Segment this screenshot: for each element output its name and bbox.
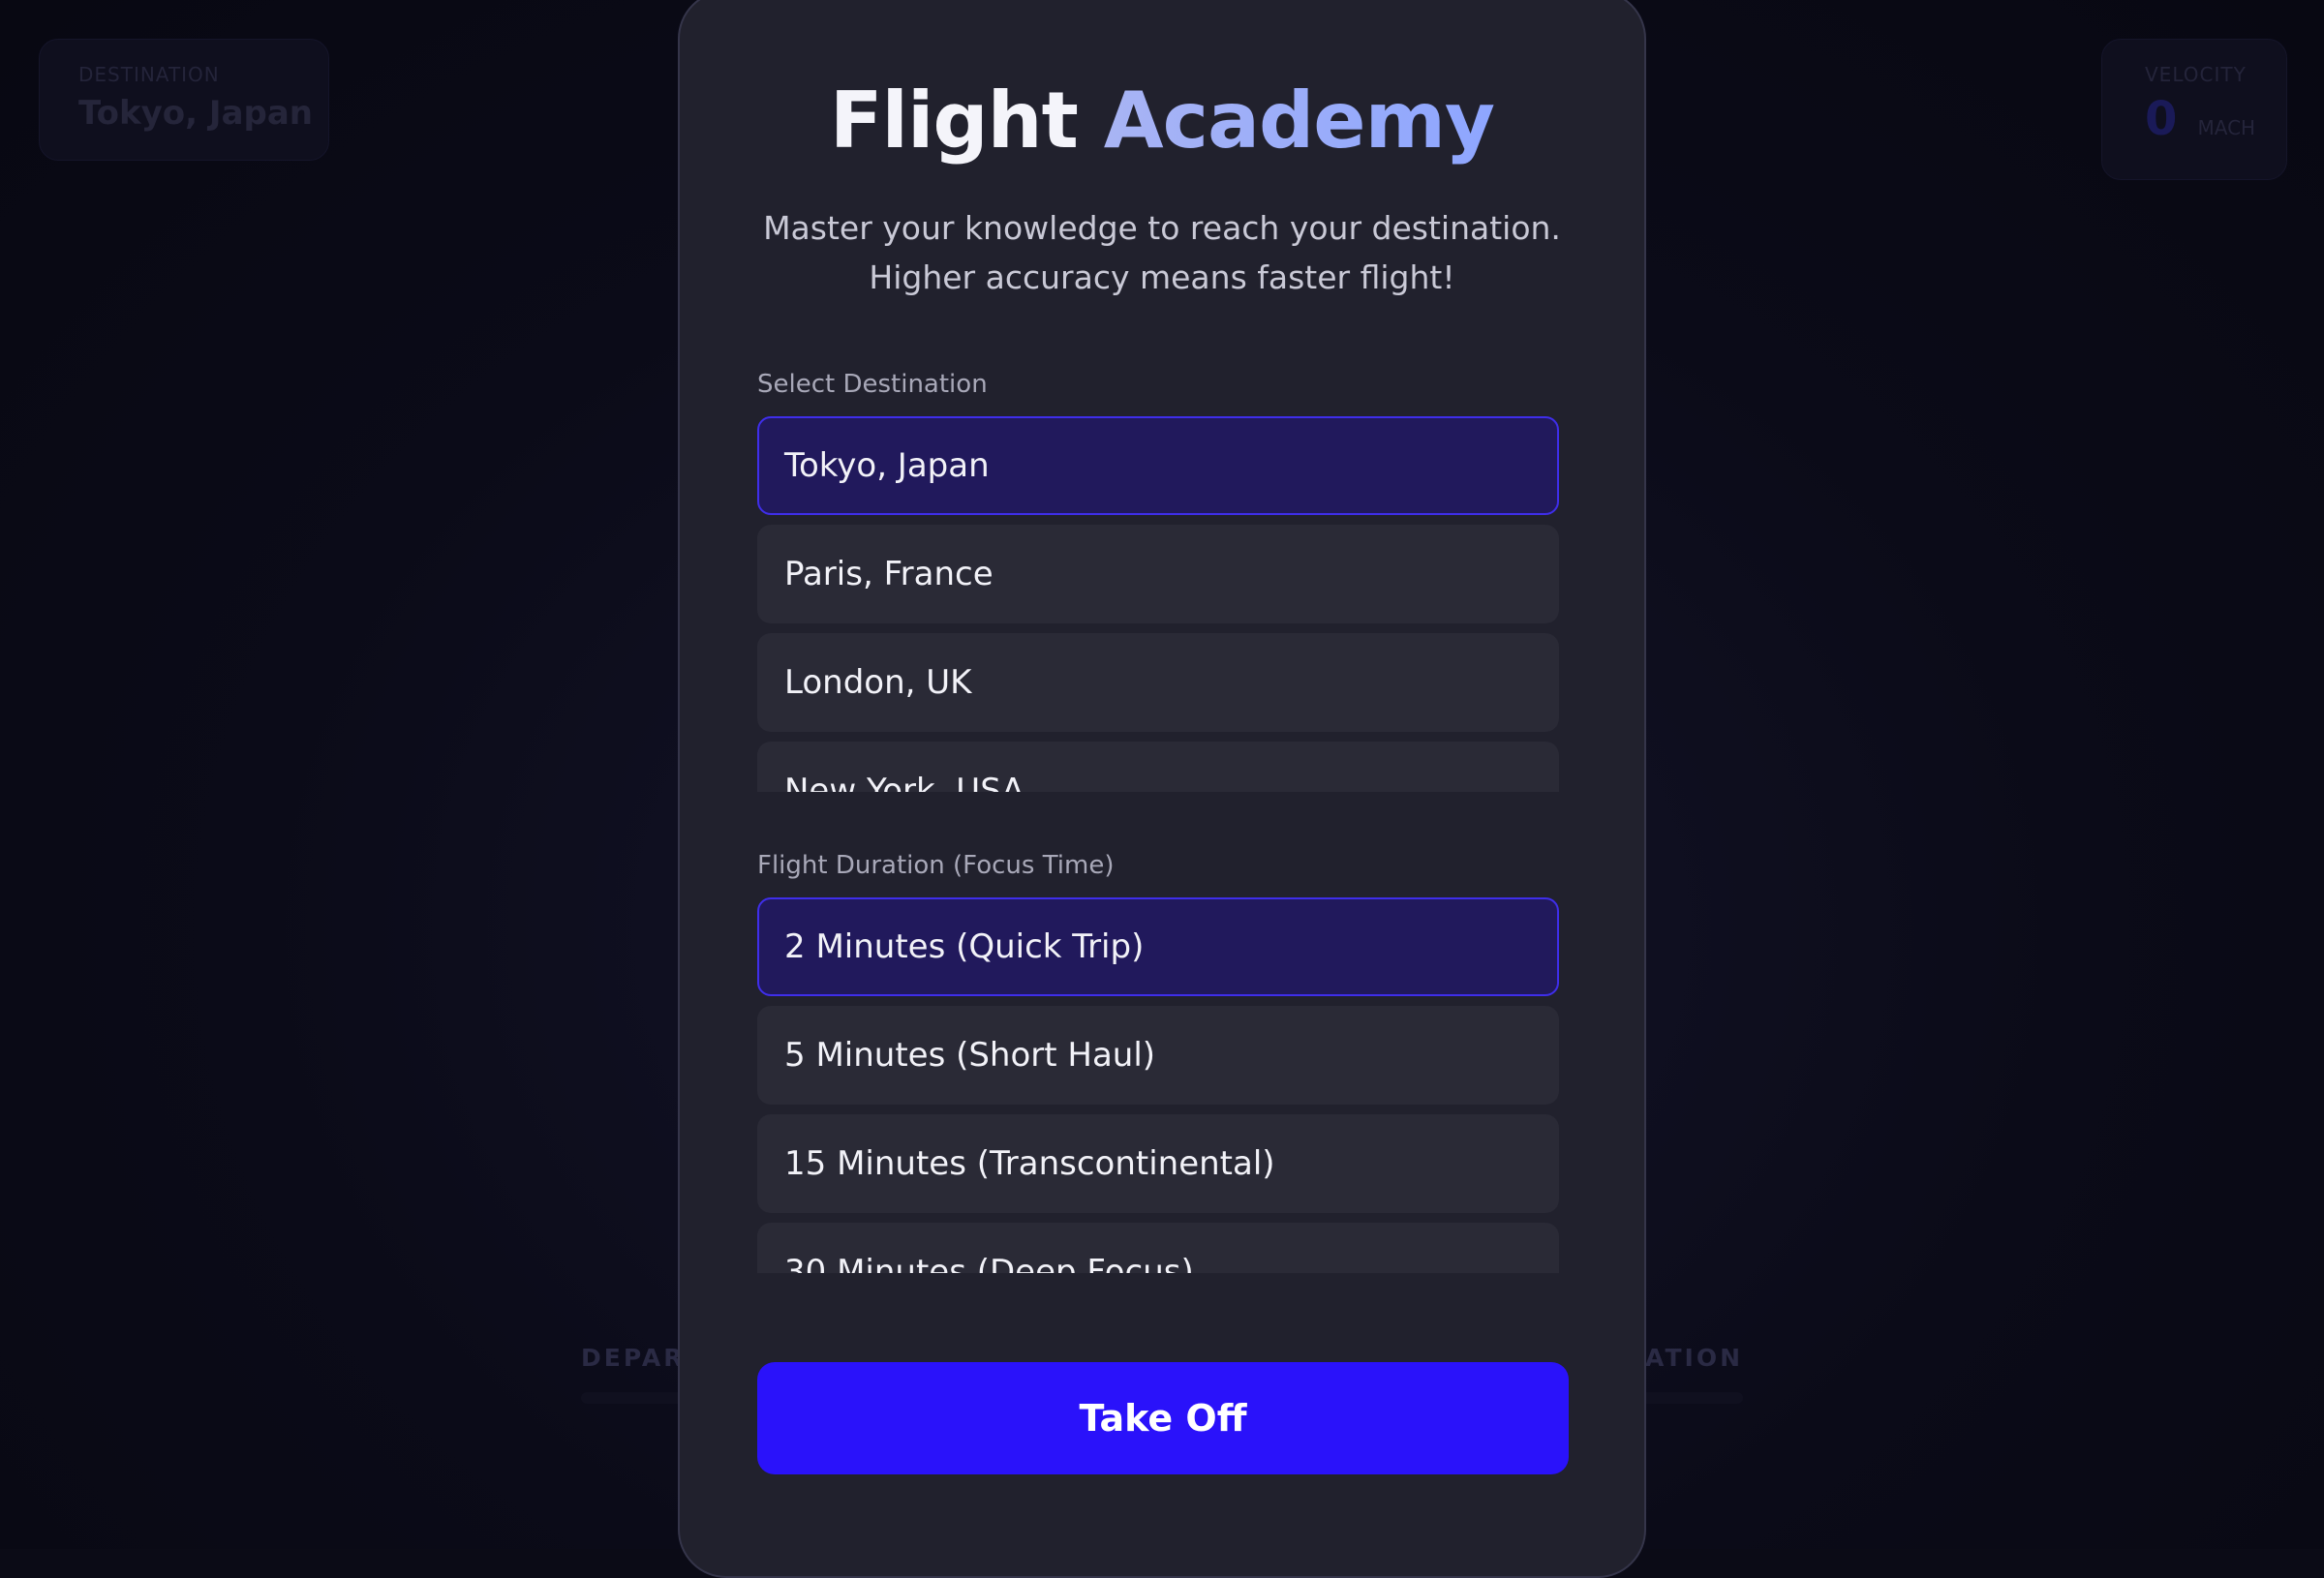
title-word-flight: Flight: [830, 76, 1078, 166]
destination-list[interactable]: Tokyo, Japan Paris, France London, UK Ne…: [757, 416, 1559, 792]
modal-subtitle: Master your knowledge to reach your dest…: [738, 203, 1586, 302]
title-word-academy: Academy: [1104, 76, 1494, 166]
destination-option-paris[interactable]: Paris, France: [757, 525, 1559, 623]
hud-destination-label: DESTINATION: [78, 63, 328, 86]
duration-option-15-min[interactable]: 15 Minutes (Transcontinental): [757, 1114, 1559, 1213]
hud-destination-card: DESTINATION Tokyo, Japan: [39, 39, 329, 161]
hud-velocity-value: 0: [2145, 92, 2177, 146]
destination-option-new-york[interactable]: New York, USA: [757, 742, 1559, 792]
duration-option-5-min[interactable]: 5 Minutes (Short Haul): [757, 1006, 1559, 1105]
duration-list[interactable]: 2 Minutes (Quick Trip) 5 Minutes (Short …: [757, 897, 1559, 1273]
duration-section-label: Flight Duration (Focus Time): [757, 851, 1114, 880]
destination-section-label: Select Destination: [757, 370, 988, 399]
take-off-button[interactable]: Take Off: [757, 1362, 1569, 1474]
modal-title: Flight Academy: [680, 76, 1644, 166]
hud-velocity-unit: MACH: [2198, 116, 2256, 139]
destination-option-london[interactable]: London, UK: [757, 633, 1559, 732]
flight-setup-modal: Flight Academy Master your knowledge to …: [678, 0, 1646, 1578]
hud-destination-value: Tokyo, Japan: [78, 94, 328, 133]
subtitle-line-2: Higher accuracy means faster flight!: [869, 258, 1454, 296]
hud-velocity-card: VELOCITY 0 MACH: [2101, 39, 2287, 180]
subtitle-line-1: Master your knowledge to reach your dest…: [763, 209, 1561, 247]
destination-option-tokyo[interactable]: Tokyo, Japan: [757, 416, 1559, 515]
duration-option-30-min[interactable]: 30 Minutes (Deep Focus): [757, 1223, 1559, 1273]
hud-velocity-label: VELOCITY: [2145, 63, 2286, 86]
duration-option-2-min[interactable]: 2 Minutes (Quick Trip): [757, 897, 1559, 996]
